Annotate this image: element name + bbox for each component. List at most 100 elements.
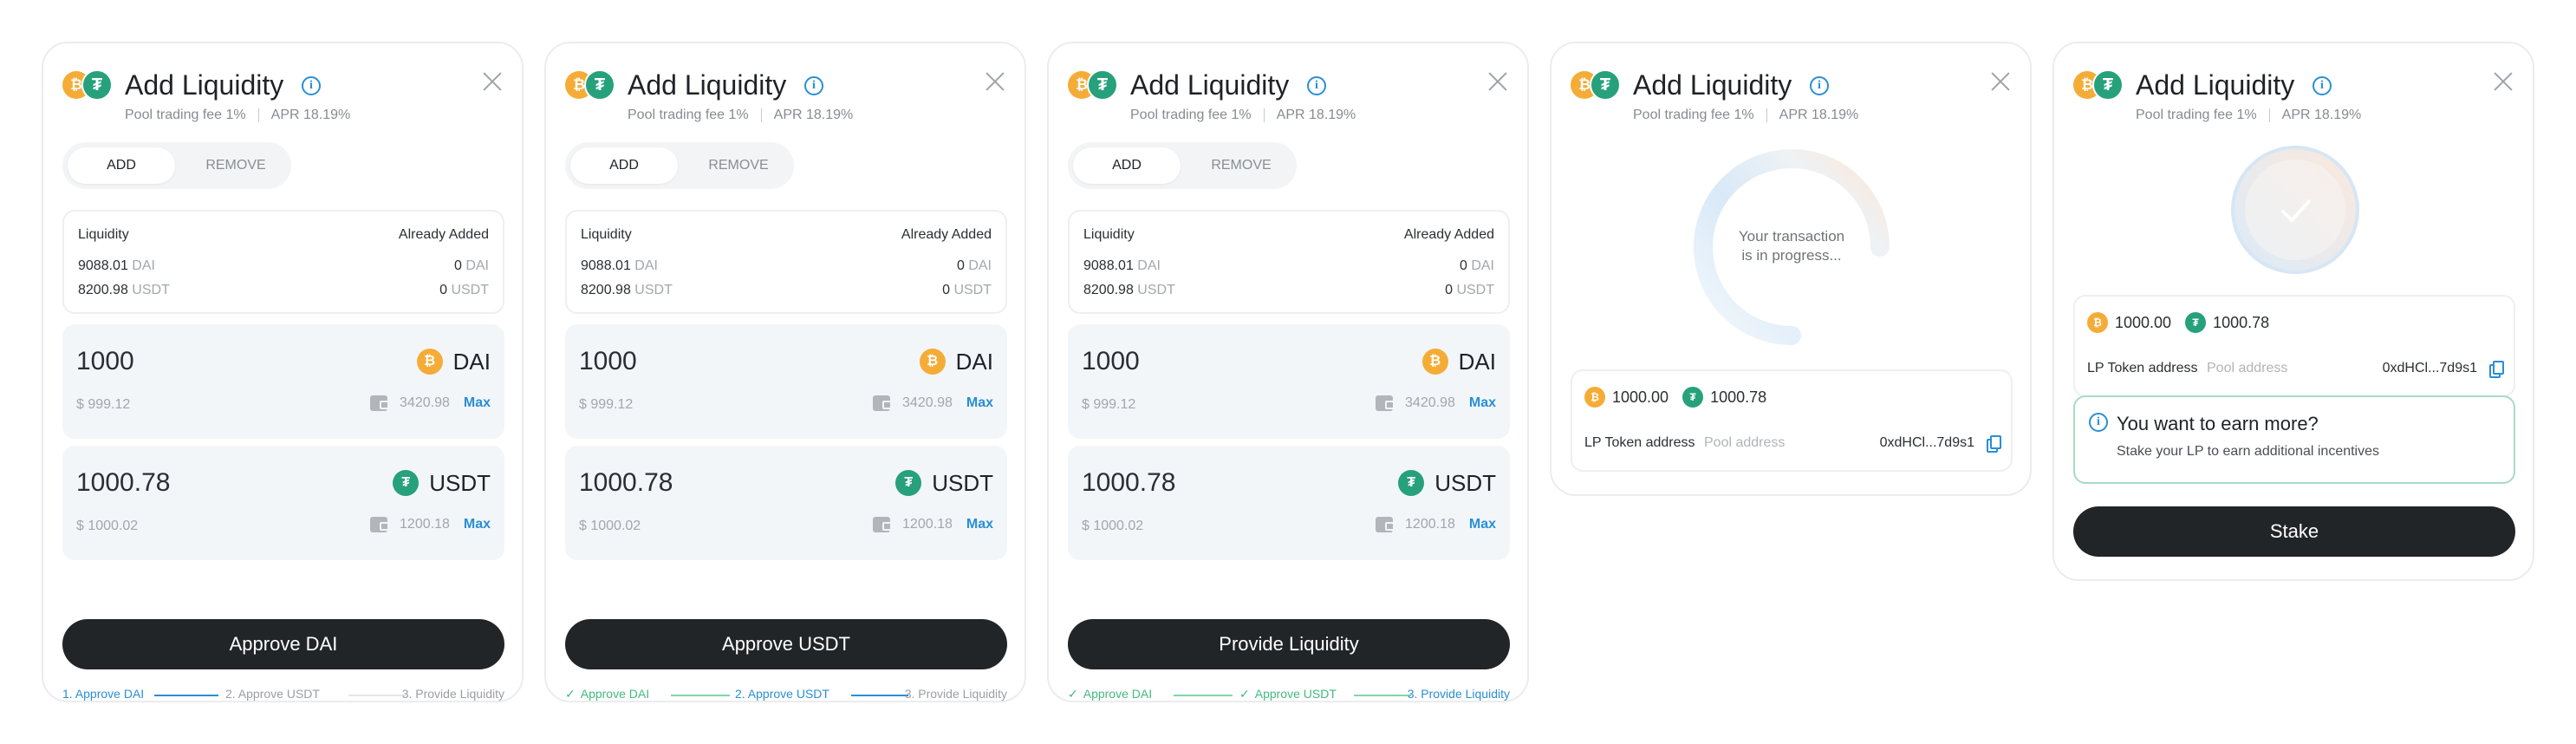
add-liquidity-card-approve-dai: ₿ ₮ Add Liquidity i Pool trading fee 1% A…	[42, 42, 524, 702]
dai-amount-input[interactable]: 1000	[579, 347, 637, 376]
card-header: ₿ ₮ Add Liquidity i	[2073, 68, 2515, 102]
dai-icon: ₿	[416, 349, 443, 375]
usdt-amount-input[interactable]: 1000.78	[76, 468, 170, 498]
tab-add[interactable]: ADD	[1073, 147, 1181, 184]
page-title: Add Liquidity	[1633, 69, 1792, 101]
dai-amount-input[interactable]: 1000	[1082, 347, 1140, 376]
dai-token-select[interactable]: ₿ DAI	[919, 347, 993, 376]
usdt-icon: ₮	[393, 470, 420, 496]
unit-label: DAI	[1137, 258, 1161, 273]
usdt-token-select[interactable]: ₮ USDT	[393, 468, 491, 498]
tab-add[interactable]: ADD	[570, 147, 678, 184]
token-pair-icon: ₿ ₮	[2073, 69, 2125, 101]
usdt-liquidity-row: 8200.98 USDT 0 USDT	[1083, 283, 1494, 298]
close-icon[interactable]	[1988, 69, 2013, 94]
info-icon[interactable]: i	[2313, 76, 2332, 95]
close-icon[interactable]	[1486, 69, 1510, 94]
usdt-added-value: 0 USDT	[439, 283, 489, 297]
dai-liquidity-row: 9088.01 DAI 0 DAI	[1083, 258, 1494, 274]
token-name: DAI	[1458, 348, 1496, 375]
info-icon: i	[2089, 413, 2108, 432]
dai-icon: ₿	[2087, 312, 2108, 333]
pool-apr: APR 18.19%	[1779, 108, 1859, 122]
wallet-balance: 1200.18 Max	[370, 517, 491, 532]
wallet-balance: 3420.98 Max	[1376, 395, 1496, 411]
close-icon[interactable]	[983, 69, 1007, 94]
token-pair-icon: ₿ ₮	[565, 69, 617, 101]
dai-token-select[interactable]: ₿ DAI	[1421, 347, 1496, 376]
token-pair-icon: ₿ ₮	[62, 69, 114, 101]
usd-value: $ 1000.02	[579, 519, 641, 533]
copy-icon[interactable]	[1987, 435, 2001, 453]
dai-pool-amount: 9088.01	[78, 258, 128, 273]
step-connector	[154, 695, 218, 696]
usdt-amount-input[interactable]: 1000.78	[579, 468, 673, 498]
copy-icon[interactable]	[2489, 361, 2504, 378]
wallet-icon	[873, 517, 893, 532]
page-title: Add Liquidity	[2136, 69, 2295, 101]
step-progress: ✓ Approve DAI ✓ Approve USDT 3. Provide Li…	[1068, 687, 1510, 704]
unit-label: USDT	[1137, 283, 1175, 297]
wallet-icon	[1376, 517, 1395, 532]
add-remove-tabs: ADD REMOVE	[62, 142, 291, 189]
card-header: ₿ ₮ Add Liquidity i	[1068, 68, 1510, 102]
usdt-input-panel: 1000.78 ₮ USDT $ 1000.02 1200.18 Max	[1068, 446, 1510, 560]
step-progress: 1. Approve DAI 2. Approve USDT 3. Provid…	[62, 687, 504, 704]
token-name: DAI	[452, 348, 491, 375]
close-icon[interactable]	[480, 69, 504, 94]
balance-value: 1200.18	[1405, 517, 1455, 532]
dai-added-value: 0 DAI	[453, 258, 489, 273]
tab-remove[interactable]: REMOVE	[184, 147, 288, 184]
divider	[1263, 108, 1265, 122]
pool-apr: APR 18.19%	[773, 108, 854, 122]
wallet-balance: 3420.98 Max	[370, 395, 491, 411]
tab-add[interactable]: ADD	[68, 147, 175, 184]
result-summary: ₿ 1000.00 ₮ 1000.78 LP Token address Pool …	[1571, 369, 2013, 472]
usdt-amount-input[interactable]: 1000.78	[1082, 468, 1175, 498]
balance-value: 3420.98	[902, 395, 953, 410]
usdt-liquidity-row: 8200.98 USDT 0 USDT	[581, 283, 992, 298]
max-button[interactable]: Max	[966, 395, 993, 411]
approve-usdt-button[interactable]: Approve USDT	[565, 619, 1007, 669]
liquidity-summary: Liquidity Already Added 9088.01 DAI 0 DAI…	[62, 210, 504, 314]
provide-liquidity-button[interactable]: Provide Liquidity	[1068, 619, 1510, 669]
max-button[interactable]: Max	[1469, 517, 1496, 532]
max-button[interactable]: Max	[966, 517, 993, 532]
divider	[760, 108, 762, 122]
earn-title: You want to earn more?	[2117, 413, 2319, 434]
step-progress: ✓ Approve DAI 2. Approve USDT 3. Provide …	[565, 687, 1007, 704]
usdt-token-select[interactable]: ₮ USDT	[1398, 468, 1496, 498]
step-approve-usdt-done: ✓ Approve USDT	[1239, 687, 1337, 701]
pool-fee: Pool trading fee 1%	[1633, 108, 1754, 122]
info-icon[interactable]: i	[1810, 76, 1829, 95]
max-button[interactable]: Max	[464, 395, 491, 411]
pool-apr: APR 18.19%	[2281, 108, 2362, 122]
dai-input-panel: 1000 ₿ DAI $ 999.12 3420.98 Max	[565, 324, 1007, 439]
usd-value: $ 999.12	[76, 397, 131, 412]
usdt-token-select[interactable]: ₮ USDT	[895, 468, 993, 498]
dai-token-select[interactable]: ₿ DAI	[416, 347, 491, 376]
check-icon: ✓	[1068, 687, 1078, 701]
approve-dai-button[interactable]: Approve DAI	[62, 619, 504, 669]
dai-pool-amount: 9088.01	[1083, 258, 1134, 273]
info-icon[interactable]: i	[302, 76, 321, 95]
token-name: USDT	[429, 469, 491, 496]
max-button[interactable]: Max	[1469, 395, 1496, 411]
max-button[interactable]: Max	[464, 517, 491, 532]
info-icon[interactable]: i	[1307, 76, 1326, 95]
divider	[257, 108, 259, 122]
tab-remove[interactable]: REMOVE	[1189, 147, 1293, 184]
unit-label: DAI	[132, 258, 155, 273]
dai-amount-input[interactable]: 1000	[76, 347, 134, 376]
usdt-icon: ₮	[1398, 470, 1425, 496]
check-icon: ✓	[565, 687, 576, 701]
unit-label: USDT	[634, 283, 673, 297]
tab-remove[interactable]: REMOVE	[686, 147, 790, 184]
usdt-icon: ₮	[895, 470, 922, 496]
close-icon[interactable]	[2491, 69, 2515, 94]
step-connector	[851, 695, 908, 696]
add-remove-tabs: ADD REMOVE	[565, 142, 794, 189]
usdt-icon: ₮	[2185, 312, 2207, 333]
stake-button[interactable]: Stake	[2073, 506, 2515, 557]
info-icon[interactable]: i	[804, 76, 823, 95]
